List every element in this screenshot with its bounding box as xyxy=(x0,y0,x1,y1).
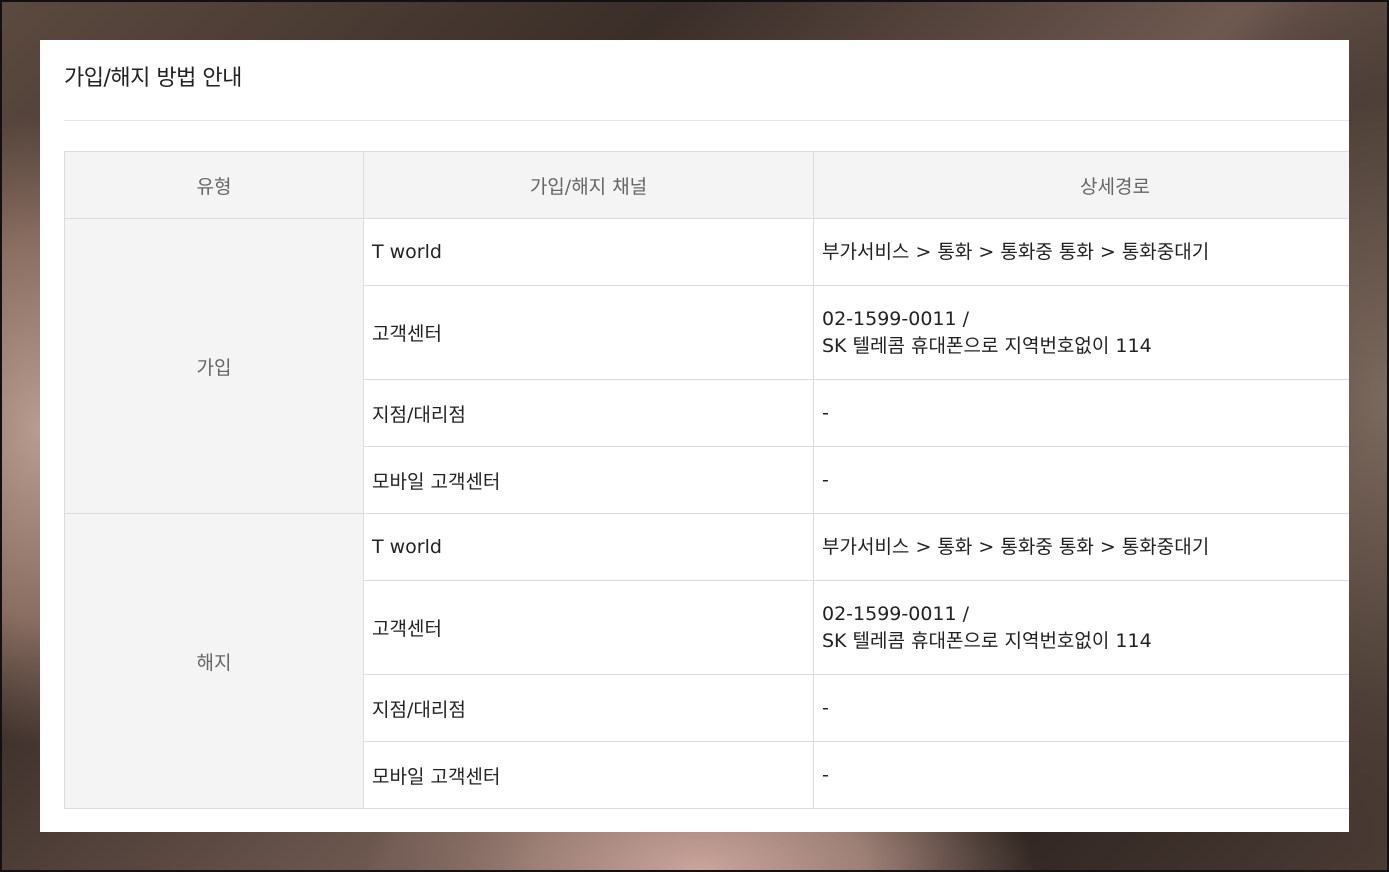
channel-cell: 모바일 고객센터 xyxy=(363,446,814,514)
table-header-row: 유형 가입/해지 채널 상세경로 xyxy=(64,151,1349,219)
path-line: 02-1599-0011 / xyxy=(822,307,970,330)
channel-cell: 지점/대리점 xyxy=(363,674,814,742)
channel-cell: T world xyxy=(363,513,814,581)
path-line: SK 텔레콤 휴대폰으로 지역번호없이 114 xyxy=(822,334,1152,357)
path-line: 부가서비스 > 통화 > 통화중 통화 > 통화중대기 xyxy=(822,240,1210,263)
path-line: - xyxy=(822,468,829,491)
join-cancel-info-panel: 가입/해지 방법 안내 유형 가입/해지 채널 상세경로 가입 T world … xyxy=(40,40,1349,832)
type-cell-cancel: 해지 xyxy=(64,513,364,809)
path-line: SK 텔레콤 휴대폰으로 지역번호없이 114 xyxy=(822,629,1152,652)
path-line: - xyxy=(822,696,829,719)
path-cell: 02-1599-0011 / SK 텔레콤 휴대폰으로 지역번호없이 114 xyxy=(813,580,1349,675)
table-row: 가입 T world 부가서비스 > 통화 > 통화중 통화 > 통화중대기 xyxy=(64,218,1349,514)
channel-cell: T world xyxy=(363,218,814,286)
channel-cell: 고객센터 xyxy=(363,580,814,675)
table-row: 해지 T world 부가서비스 > 통화 > 통화중 통화 > 통화중대기 xyxy=(64,513,1349,809)
path-cell: 02-1599-0011 / SK 텔레콤 휴대폰으로 지역번호없이 114 xyxy=(813,285,1349,380)
channel-cell: 고객센터 xyxy=(363,285,814,380)
path-cell: - xyxy=(813,674,1349,742)
header-path: 상세경로 xyxy=(813,151,1349,219)
header-type: 유형 xyxy=(64,151,364,219)
path-line: 부가서비스 > 통화 > 통화중 통화 > 통화중대기 xyxy=(822,535,1210,558)
path-cell: 부가서비스 > 통화 > 통화중 통화 > 통화중대기 xyxy=(813,218,1349,286)
path-cell: - xyxy=(813,741,1349,809)
path-line: 02-1599-0011 / xyxy=(822,602,970,625)
title-divider xyxy=(64,120,1349,121)
join-cancel-table: 유형 가입/해지 채널 상세경로 가입 T world 부가서비스 > 통화 >… xyxy=(64,151,1349,809)
channel-cell: 지점/대리점 xyxy=(363,379,814,447)
path-line: - xyxy=(822,401,829,424)
header-channel: 가입/해지 채널 xyxy=(363,151,814,219)
path-cell: - xyxy=(813,446,1349,514)
channel-cell: 모바일 고객센터 xyxy=(363,741,814,809)
path-cell: - xyxy=(813,379,1349,447)
type-cell-join: 가입 xyxy=(64,218,364,514)
panel-title: 가입/해지 방법 안내 xyxy=(64,66,242,91)
path-cell: 부가서비스 > 통화 > 통화중 통화 > 통화중대기 xyxy=(813,513,1349,581)
path-line: - xyxy=(822,763,829,786)
